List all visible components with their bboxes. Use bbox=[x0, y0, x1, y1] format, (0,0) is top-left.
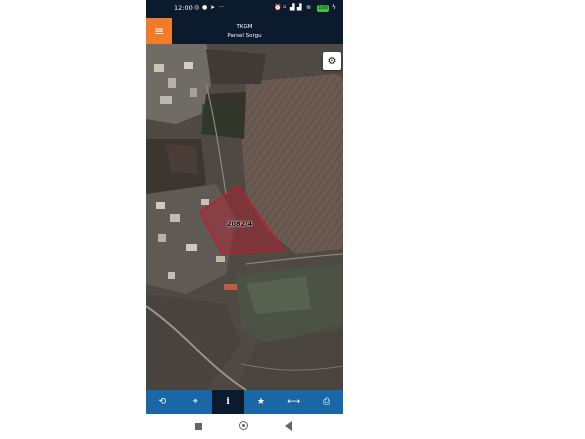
status-time: 12:00 bbox=[174, 4, 193, 12]
signal-icon: ▟ bbox=[290, 4, 295, 11]
refresh-button[interactable]: ⟲ bbox=[146, 390, 179, 414]
app-subtitle: Parsel Sorgu bbox=[227, 33, 262, 39]
battery-level: 100 bbox=[318, 5, 328, 11]
gear-icon[interactable]: ⚙ bbox=[323, 52, 341, 70]
locate-icon: ⌖ bbox=[192, 397, 198, 407]
print-icon: ⎙ bbox=[322, 397, 331, 407]
home-dot bbox=[241, 423, 245, 427]
sim-icon: ▫ bbox=[283, 4, 287, 10]
phone-screen: 12:00 ◎ ● ➤ ··· ⏰ ▫ ▟ ▟ ≋ 100 ϟ ≡ TKGM P… bbox=[146, 0, 343, 439]
recents-square-icon[interactable] bbox=[195, 423, 202, 430]
home-circle-icon[interactable] bbox=[239, 421, 248, 430]
locate-button[interactable]: ⌖ bbox=[179, 390, 212, 414]
alarm-icon: ⏰ bbox=[274, 4, 282, 11]
back-triangle-icon[interactable] bbox=[285, 421, 292, 431]
whatsapp-icon: ◎ bbox=[194, 4, 200, 11]
measure-icon: ⟷ bbox=[287, 397, 301, 407]
hamburger-menu-icon[interactable]: ≡ bbox=[146, 18, 172, 44]
measure-button[interactable]: ⟷ bbox=[277, 390, 310, 414]
satellite-map[interactable]: 2082/4 ⚙ bbox=[146, 44, 343, 391]
map-imagery bbox=[146, 44, 343, 391]
signal-icon: ▟ bbox=[297, 4, 302, 11]
app-header: ≡ TKGM Parsel Sorgu bbox=[146, 18, 343, 44]
bottom-toolbar: ⟲ ⌖ i ★ ⟷ ⎙ bbox=[146, 390, 343, 414]
app-title: TKGM bbox=[236, 24, 253, 30]
status-bar: 12:00 ◎ ● ➤ ··· ⏰ ▫ ▟ ▟ ≋ 100 ϟ bbox=[146, 0, 343, 18]
info-button[interactable]: i bbox=[211, 390, 245, 414]
favorite-button[interactable]: ★ bbox=[244, 390, 277, 414]
wifi-icon: ≋ bbox=[306, 4, 312, 11]
refresh-icon: ⟲ bbox=[158, 397, 167, 407]
telegram-icon: ➤ bbox=[210, 4, 216, 11]
print-button[interactable]: ⎙ bbox=[310, 390, 343, 414]
info-icon: i bbox=[226, 397, 230, 407]
location-icon: ● bbox=[202, 4, 208, 11]
android-nav-bar bbox=[146, 414, 343, 439]
more-icon: ··· bbox=[219, 4, 225, 11]
battery-icon: 100 bbox=[317, 5, 329, 12]
star-icon: ★ bbox=[256, 397, 265, 407]
parcel-label: 2082/4 bbox=[227, 220, 252, 228]
charging-icon: ϟ bbox=[332, 4, 336, 11]
